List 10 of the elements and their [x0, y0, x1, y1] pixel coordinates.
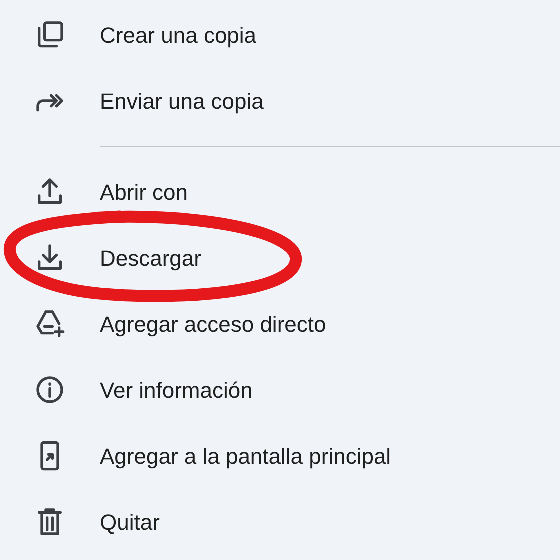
menu-item[interactable]: Agregar acceso directo	[100, 308, 326, 340]
menu-item[interactable]: Abrir con	[100, 176, 188, 208]
menu-item[interactable]: Descargar	[100, 242, 202, 274]
menu-item[interactable]: Quitar	[100, 506, 160, 538]
triangle-plus-icon	[34, 308, 66, 340]
info-icon	[34, 374, 66, 406]
menu-item[interactable]: Enviar una copia	[100, 84, 264, 118]
menu-item[interactable]: Ver información	[100, 374, 253, 406]
menu-item[interactable]: Agregar a la pantalla principal	[100, 440, 392, 472]
menu-item[interactable]: Crear una copia	[100, 18, 257, 52]
